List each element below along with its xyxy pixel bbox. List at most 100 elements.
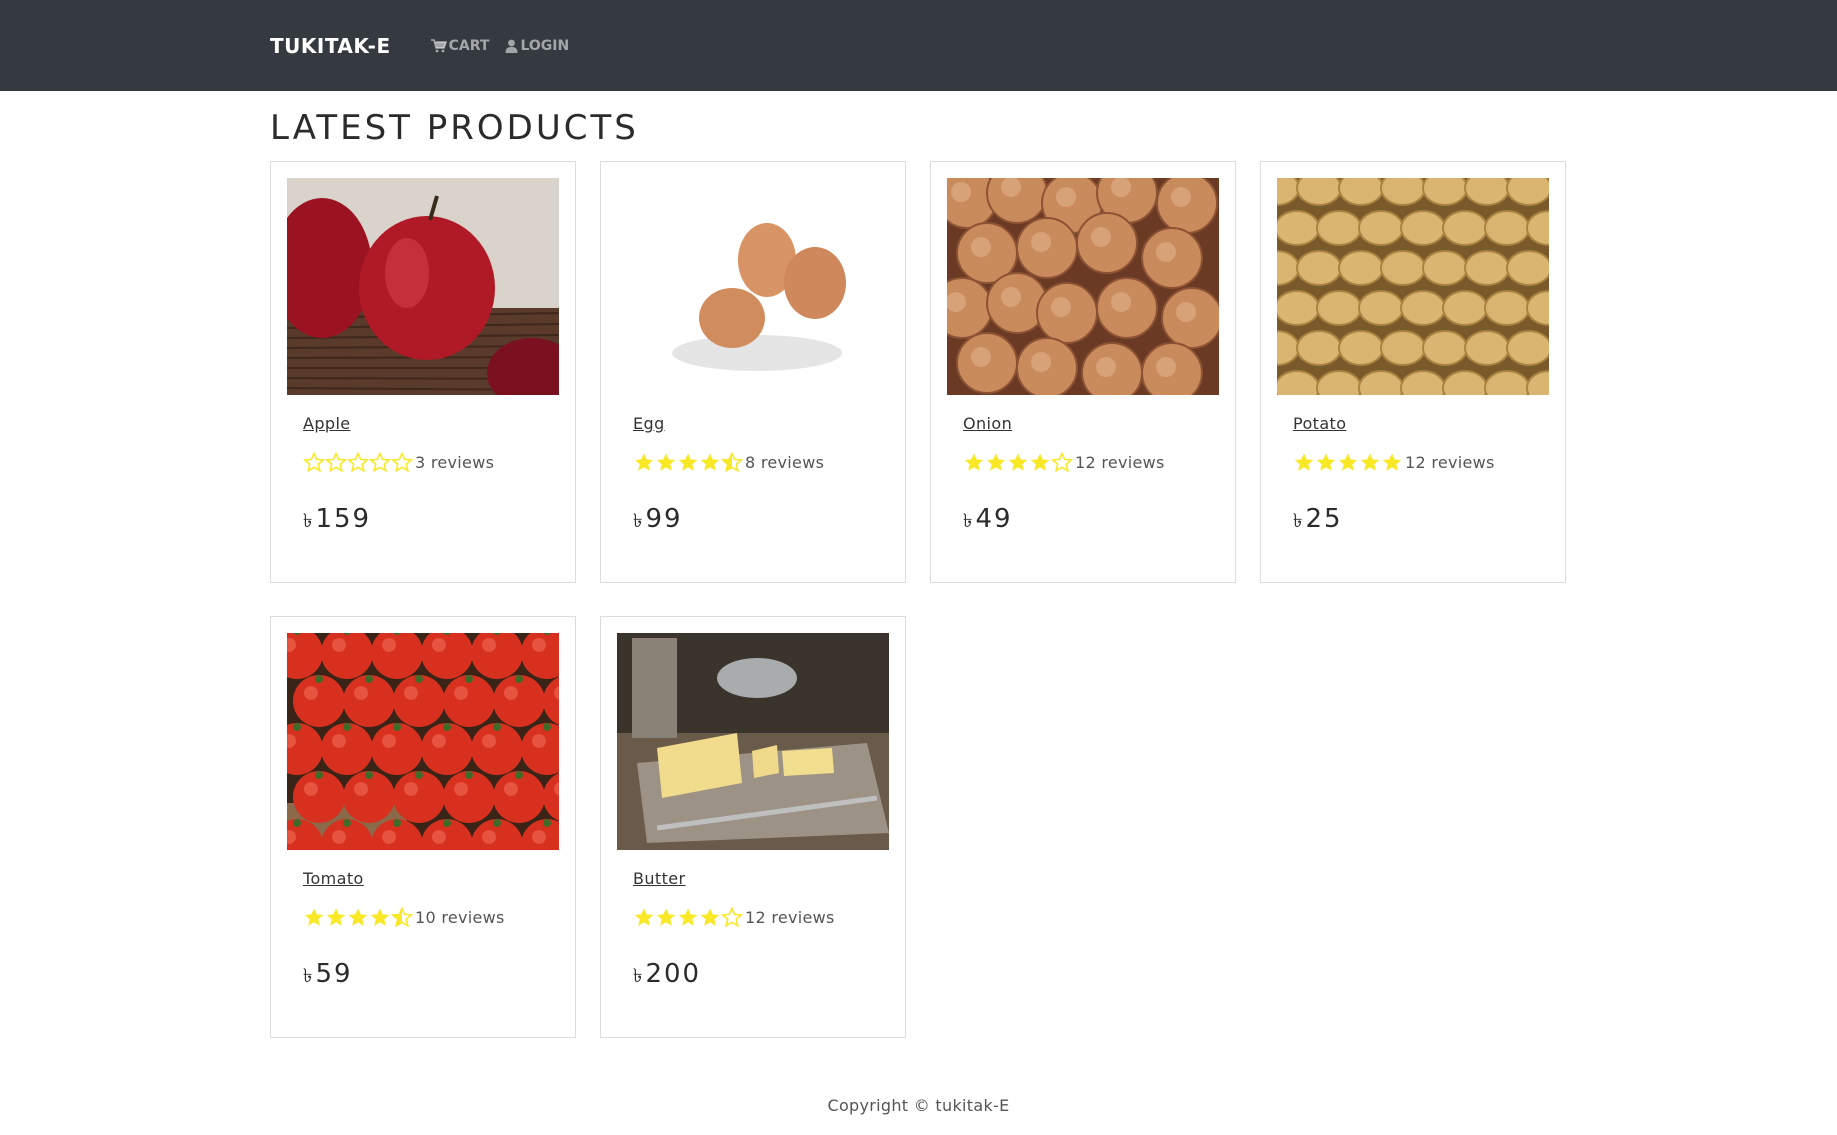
review-count: 8 reviews [745,452,825,472]
star-full-icon [678,453,698,471]
apple-photo[interactable] [287,178,559,395]
star-full-icon [634,453,654,471]
star-full-icon [348,908,368,926]
product-grid: Apple 3 reviews ৳ 159 Egg 8 reviews ৳ 99 Onion 12… [270,161,1568,1038]
product-card: Apple 3 reviews ৳ 159 [270,161,576,583]
product-price: ৳ 49 [963,504,1013,539]
star-full-icon [634,908,654,926]
price-value: 99 [645,504,683,534]
page-title: LATEST PRODUCTS [270,108,639,148]
product-price: ৳ 99 [633,504,683,539]
review-count: 12 reviews [1405,452,1495,472]
star-empty-icon [347,452,369,472]
star-full-icon [700,453,720,471]
footer: Copyright © tukitak-E [827,1096,1010,1115]
product-card: Butter 12 reviews ৳ 200 [600,616,906,1038]
tomato-photo[interactable] [287,633,559,850]
product-rating: 3 reviews [303,452,494,472]
star-full-icon [304,908,324,926]
star-empty-icon [391,452,413,472]
star-full-icon [1294,453,1314,471]
butter-photo[interactable] [617,633,889,850]
product-image-link[interactable] [947,178,1219,395]
product-image-link[interactable] [617,178,889,395]
product-card: Potato 12 reviews ৳ 25 [1260,161,1566,583]
product-price: ৳ 59 [303,959,353,994]
star-empty-icon [369,452,391,472]
egg-photo[interactable] [617,178,889,395]
price-value: 59 [315,959,353,989]
price-value: 200 [645,959,702,989]
product-rating: 12 reviews [1293,452,1495,472]
star-full-icon [1382,453,1402,471]
product-title-link[interactable]: Onion [963,414,1012,433]
product-rating: 10 reviews [303,907,505,927]
currency-symbol: ৳ [303,510,315,532]
product-rating: 12 reviews [633,907,835,927]
cart-label: CART [448,37,490,54]
star-full-icon [1360,453,1380,471]
product-card: Egg 8 reviews ৳ 99 [600,161,906,583]
rating-stars [633,452,743,472]
product-card: Tomato 10 reviews ৳ 59 [270,616,576,1038]
review-count: 10 reviews [415,907,505,927]
product-rating: 8 reviews [633,452,824,472]
currency-symbol: ৳ [303,965,315,987]
product-title-link[interactable]: Tomato [303,869,364,888]
potato-photo[interactable] [1277,178,1549,395]
product-price: ৳ 200 [633,959,701,994]
product-title-link[interactable]: Egg [633,414,665,433]
currency-symbol: ৳ [633,965,645,987]
rating-stars [1293,452,1403,472]
star-full-icon [986,453,1006,471]
star-full-icon [700,908,720,926]
product-rating: 12 reviews [963,452,1165,472]
cart-icon [430,38,447,52]
product-card: Onion 12 reviews ৳ 49 [930,161,1236,583]
star-half-icon [391,907,413,927]
product-image-link[interactable] [287,178,559,395]
price-value: 159 [315,504,372,534]
review-count: 3 reviews [415,452,495,472]
review-count: 12 reviews [745,907,835,927]
star-full-icon [1030,453,1050,471]
navbar: TUKITAK-E CART LOGIN [0,0,1837,91]
currency-symbol: ৳ [1293,510,1305,532]
rating-stars [303,452,413,472]
product-title-link[interactable]: Butter [633,869,686,888]
star-full-icon [656,453,676,471]
onion-photo[interactable] [947,178,1219,395]
star-full-icon [370,908,390,926]
rating-stars [963,452,1073,472]
star-half-icon [721,452,743,472]
login-link[interactable]: LOGIN [505,38,569,54]
product-image-link[interactable] [287,633,559,850]
star-full-icon [1316,453,1336,471]
brand-link[interactable]: TUKITAK-E [270,34,391,58]
product-price: ৳ 25 [1293,504,1343,539]
cart-link[interactable]: CART [430,37,490,54]
star-empty-icon [721,907,743,927]
price-value: 25 [1305,504,1343,534]
star-empty-icon [303,452,325,472]
product-price: ৳ 159 [303,504,371,539]
currency-symbol: ৳ [633,510,645,532]
login-label: LOGIN [520,37,570,54]
currency-symbol: ৳ [963,510,975,532]
product-image-link[interactable] [617,633,889,850]
star-full-icon [678,908,698,926]
star-empty-icon [1051,452,1073,472]
product-title-link[interactable]: Apple [303,414,351,433]
star-full-icon [1008,453,1028,471]
rating-stars [633,907,743,927]
product-title-link[interactable]: Potato [1293,414,1346,433]
product-image-link[interactable] [1277,178,1549,395]
nav-inner: TUKITAK-E CART LOGIN [270,0,585,91]
user-icon [505,39,518,53]
star-full-icon [656,908,676,926]
star-full-icon [326,908,346,926]
price-value: 49 [975,504,1013,534]
star-empty-icon [325,452,347,472]
rating-stars [303,907,413,927]
review-count: 12 reviews [1075,452,1165,472]
